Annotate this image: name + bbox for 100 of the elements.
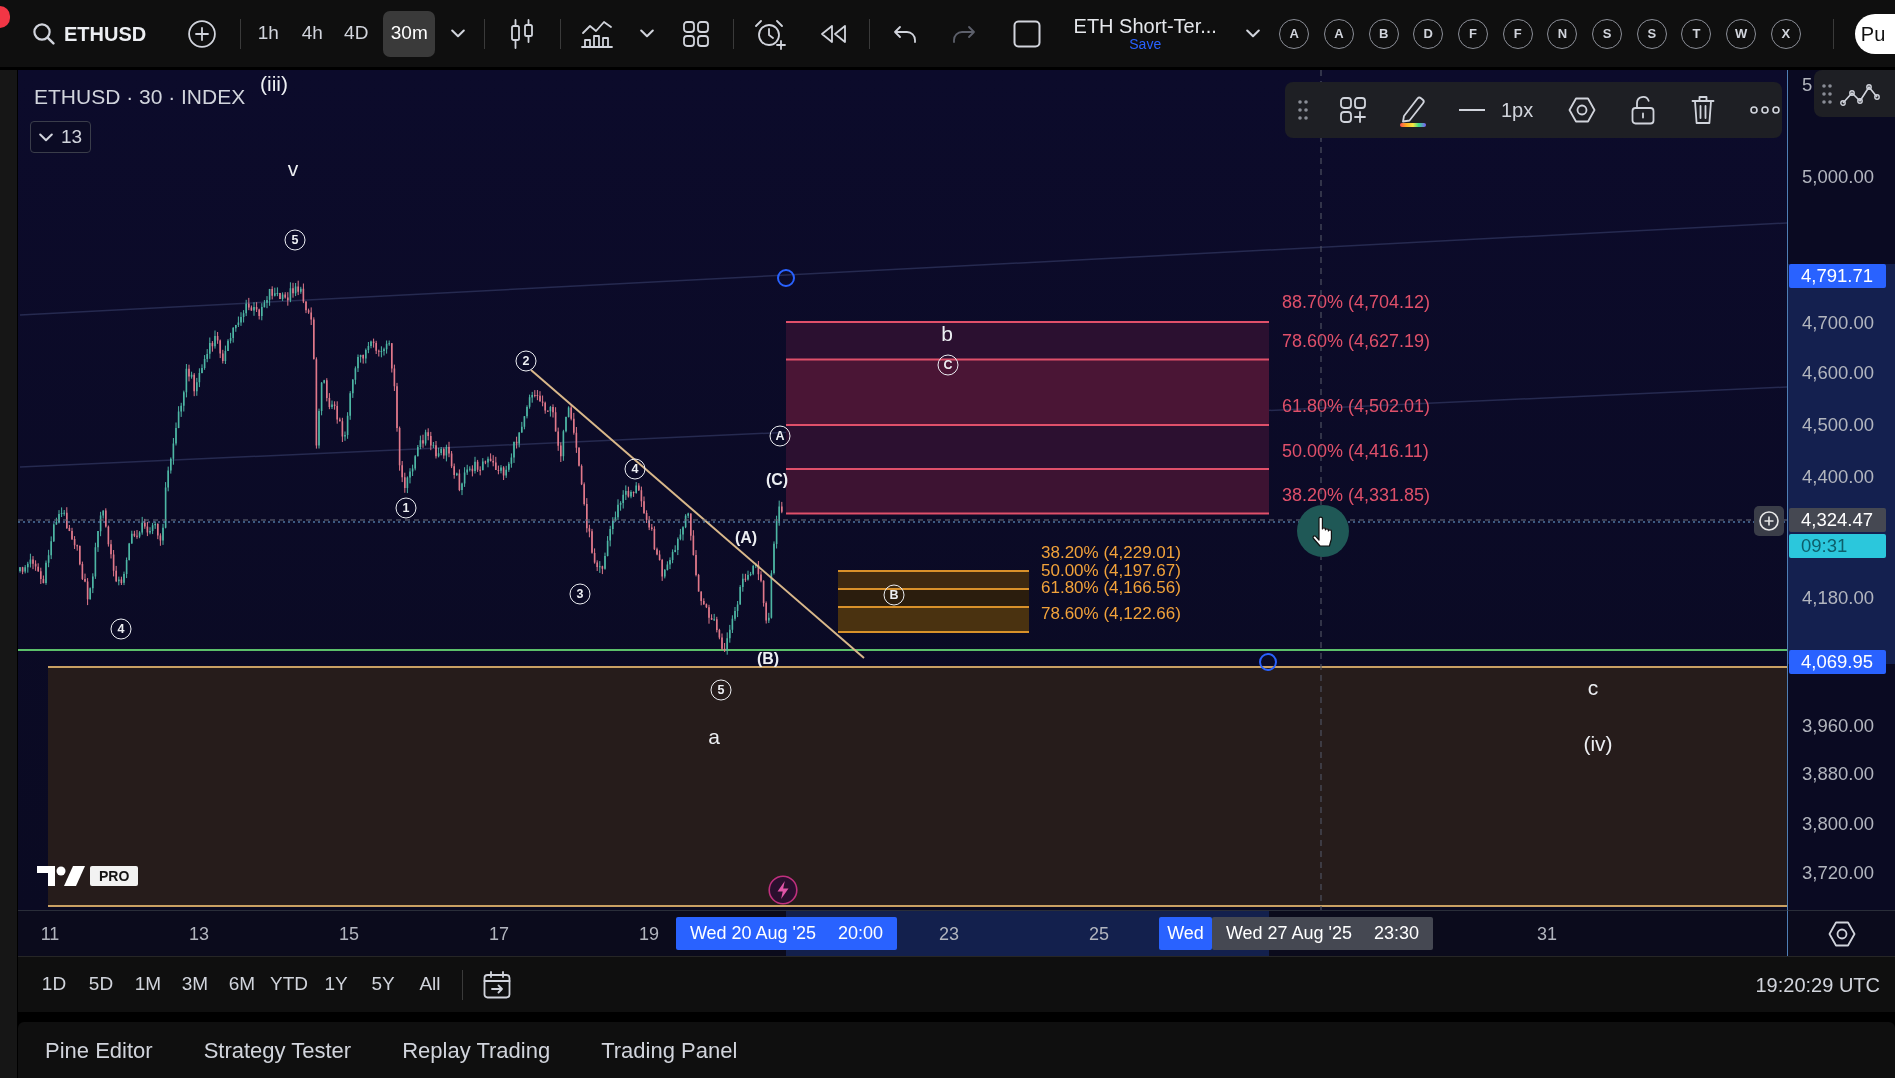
price-marker: 4,791.71 [1789,264,1886,288]
time-text: 23:30 [1374,922,1420,945]
chevron-down-icon[interactable] [451,29,466,38]
symbol-legend-title: ETHUSD · 30 · INDEX [34,84,246,110]
range-button[interactable]: 6M [223,970,261,999]
wave-label: (C) [765,471,789,489]
price-label: 5,000.00 [1802,165,1874,189]
date-label: 25 [1089,922,1109,945]
wave-label: (A) [734,529,758,547]
range-button[interactable]: 1M [129,970,167,999]
fib-level-label: 50.00% (4,197.67) [1041,561,1181,579]
wave-label: (B) [756,650,780,668]
trash-icon[interactable] [1691,95,1716,125]
panel-tab[interactable]: Trading Panel [601,1033,738,1067]
countdown-label: 09:31 [1789,534,1886,558]
time-text: 20:00 [838,922,884,945]
price-label: 4,600.00 [1802,361,1874,385]
panel-tab[interactable]: Pine Editor [45,1033,153,1067]
price-label: 4,700.00 [1802,311,1874,335]
price-marker: 4,069.95 [1789,650,1886,674]
anchor-handle[interactable] [777,269,795,287]
clock-text: 19:20:29 UTC [1755,972,1880,998]
date-label: 15 [339,922,359,945]
line-width-button[interactable]: 1px [1459,95,1534,125]
lightning-icon[interactable] [768,875,798,905]
padlock-icon[interactable] [1631,95,1656,125]
date-label: 13 [189,922,209,945]
layout-name[interactable]: ETH Short-Ter... [1073,15,1217,37]
candlestick-icon[interactable] [511,18,534,49]
date-label: 19 [639,922,659,945]
fib-level-label: 78.60% (4,627.19) [1282,331,1431,351]
date-label: 17 [489,922,509,945]
range-button[interactable]: YTD [270,970,308,999]
date-text: Wed 27 Aug '25 [1225,922,1353,945]
date-text: Wed 20 Aug '25 [689,922,817,945]
chevron-down-icon[interactable] [640,29,655,38]
hand-cursor-icon [1297,505,1349,557]
grid-plus-icon[interactable] [1340,97,1366,123]
time-marker: Wed [1159,917,1212,950]
logo-icon [36,863,86,889]
wave-label: v [287,157,299,181]
fib-level-label: 50.00% (4,416.11) [1282,441,1429,461]
chevron-down-icon [39,132,53,142]
anchor-handle[interactable] [1259,653,1277,671]
plan-badge: PRO [90,866,139,886]
indicators-toggle-button[interactable]: 13 [30,121,92,153]
date-label: 23 [939,922,959,945]
range-button[interactable]: 1Y [317,970,355,999]
date-label: 11 [40,922,60,945]
alarm-clock-plus-icon[interactable] [754,17,787,50]
indicators-icon[interactable] [581,19,614,48]
interval-tab[interactable]: 30m [383,10,436,57]
price-label: 3,720.00 [1802,861,1874,885]
wave-label: c [1587,676,1599,700]
fib-level-label: 38.20% (4,331.85) [1282,485,1431,505]
fib-level-label: 61.80% (4,502.01) [1282,396,1431,416]
interval-tab[interactable]: 4D [334,10,379,57]
calendar-icon[interactable] [483,970,511,999]
notification-badge-icon[interactable] [0,6,10,28]
rewind-icon[interactable] [819,23,848,44]
interval-tab[interactable]: 1h [246,10,291,57]
range-button[interactable]: 3M [176,970,214,999]
price-label: 4,180.00 [1802,586,1874,610]
symbol-search-button[interactable]: ETHUSD [33,18,147,49]
fib-level-label: 38.20% (4,229.01) [1041,543,1181,561]
price-label: 4,400.00 [1802,465,1874,489]
wave-label: a [708,725,720,749]
grid-layout-icon[interactable] [683,20,710,47]
price-label: 4,500.00 [1802,413,1874,437]
undo-icon[interactable] [893,24,918,43]
plus-circle-icon[interactable] [188,19,217,48]
fib-level-label: 61.80% (4,166.56) [1041,578,1181,596]
more-icon[interactable] [1750,106,1781,114]
date-label: 31 [1537,922,1557,945]
price-label: 5 [1802,73,1813,97]
price-label: 3,880.00 [1802,762,1874,786]
range-button[interactable]: 1D [35,970,73,999]
publish-button[interactable]: Pu [1854,13,1895,54]
fib-level-label: 78.60% (4,122.66) [1041,604,1181,622]
interval-tab[interactable]: 4h [290,10,335,57]
range-button[interactable]: 5D [82,970,120,999]
line-icon [1459,108,1485,112]
chevron-down-icon[interactable] [1246,29,1261,38]
wave-label: b [941,322,953,346]
wave-label: (iv) [1583,732,1613,756]
fib-level-label: 88.70% (4,704.12) [1282,292,1431,312]
settings-icon[interactable] [1568,97,1597,123]
crosshair-price-label: 4,324.47 [1789,508,1886,532]
save-status[interactable]: Save [1129,36,1162,52]
panel-tab[interactable]: Strategy Tester [203,1033,352,1067]
drag-handle-icon[interactable] [1822,82,1832,105]
square-icon[interactable] [1013,19,1042,48]
panel-tab[interactable]: Replay Trading [402,1033,551,1067]
search-icon [33,22,55,45]
settings-icon[interactable] [1827,920,1856,947]
price-label: 3,960.00 [1802,714,1874,738]
range-button[interactable]: All [411,970,449,999]
price-label: 3,800.00 [1802,812,1874,836]
range-button[interactable]: 5Y [364,970,402,999]
drag-handle-icon[interactable] [1298,99,1308,121]
